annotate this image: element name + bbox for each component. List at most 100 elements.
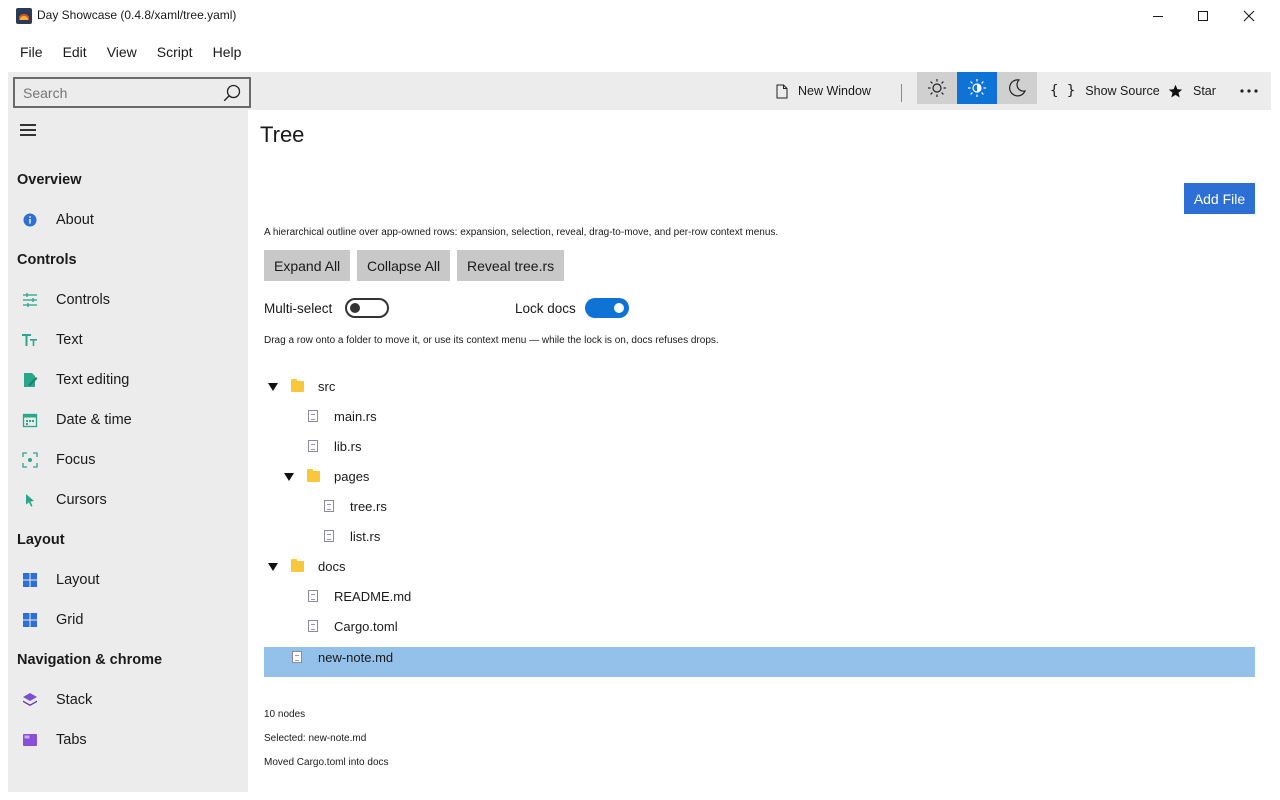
tree-row-label: pages	[334, 469, 370, 484]
theme-light-button[interactable]	[917, 72, 957, 104]
star-button[interactable]: Star	[1168, 72, 1216, 110]
lock-docs-label: Lock docs	[515, 301, 576, 316]
theme-dark-button[interactable]	[997, 72, 1037, 104]
file-icon	[292, 651, 302, 663]
calendar-icon	[22, 413, 38, 428]
collapse-all-button[interactable]: Collapse All	[357, 250, 451, 281]
maximize-button[interactable]	[1180, 0, 1226, 32]
toggle-knob	[350, 303, 360, 313]
search-input[interactable]	[23, 83, 213, 103]
sidebar-item-controls[interactable]: Controls	[8, 280, 248, 320]
layout-icon	[23, 573, 37, 587]
info-icon	[23, 213, 37, 227]
tree-row-label: lib.rs	[334, 439, 362, 454]
folder-icon	[307, 469, 320, 482]
reveal-tree-button[interactable]: Reveal tree.rs	[457, 250, 565, 281]
tree-row-folder[interactable]: pages	[264, 462, 1255, 492]
section-layout: Layout	[17, 532, 65, 548]
expand-toggle-icon[interactable]	[268, 563, 278, 571]
lock-docs-toggle[interactable]	[585, 298, 629, 318]
menu-view[interactable]: View	[97, 32, 147, 72]
add-file-button[interactable]: Add File	[1184, 183, 1255, 214]
tree-row-file[interactable]: main.rs	[264, 402, 1255, 432]
title-bar: Day Showcase (0.4.8/xaml/tree.yaml)	[0, 0, 1280, 32]
page-title: Tree	[260, 122, 305, 147]
tree-row-label: main.rs	[334, 409, 377, 424]
tree-row-label: list.rs	[350, 529, 381, 544]
minimize-button[interactable]	[1135, 0, 1181, 32]
tree-row-file[interactable]: README.md	[264, 582, 1255, 612]
tree-row-file[interactable]: tree.rs	[264, 492, 1255, 522]
tree-row-label: src	[318, 379, 336, 394]
main-content: Tree Add File A hierarchical outline ove…	[248, 110, 1280, 800]
file-icon	[324, 500, 334, 512]
tree-row-file-selected[interactable]: new-note.md	[264, 647, 1255, 677]
sidebar-item-focus[interactable]: Focus	[8, 440, 248, 480]
expand-toggle-icon[interactable]	[284, 473, 294, 481]
sidebar-item-text-editing[interactable]: Text editing	[8, 360, 248, 400]
window-title: Day Showcase (0.4.8/xaml/tree.yaml)	[37, 8, 237, 22]
menu-help[interactable]: Help	[203, 32, 252, 72]
more-icon	[1240, 89, 1258, 93]
section-navigation-chrome: Navigation & chrome	[17, 652, 163, 668]
close-button[interactable]	[1226, 0, 1272, 32]
stack-icon	[23, 693, 37, 706]
section-controls: Controls	[17, 252, 77, 268]
tabs-icon	[23, 734, 37, 746]
search-icon[interactable]	[223, 84, 241, 102]
hamburger-menu-icon[interactable]	[20, 124, 36, 136]
expand-all-button[interactable]: Expand All	[264, 250, 351, 281]
cursor-icon	[26, 494, 34, 507]
document-icon	[776, 84, 788, 98]
sidebar-item-layout[interactable]: Layout	[8, 560, 248, 600]
file-icon	[308, 590, 318, 602]
star-label: Star	[1193, 84, 1216, 98]
sidebar-item-grid[interactable]: Grid	[8, 600, 248, 640]
menu-file[interactable]: File	[10, 32, 53, 72]
sidebar-item-stack[interactable]: Stack	[8, 680, 248, 720]
tree-row-folder[interactable]: docs	[264, 552, 1255, 582]
folder-icon	[291, 559, 304, 572]
show-source-label: Show Source	[1085, 84, 1160, 98]
menu-bar: File Edit View Script Help	[0, 32, 1280, 72]
multi-select-toggle[interactable]	[345, 298, 389, 318]
multi-select-label: Multi-select	[264, 301, 333, 316]
menu-edit[interactable]: Edit	[53, 32, 97, 72]
file-icon	[308, 410, 318, 422]
theme-auto-button[interactable]	[957, 72, 997, 104]
selected-status: Selected: new-note.md	[264, 733, 367, 744]
menu-script[interactable]: Script	[147, 32, 203, 72]
tree-row-file[interactable]: list.rs	[264, 522, 1255, 552]
drag-hint: Drag a row onto a folder to move it, or …	[264, 335, 719, 346]
sidebar-item-label: Cursors	[56, 492, 107, 508]
last-action-status: Moved Cargo.toml into docs	[264, 757, 389, 768]
section-overview: Overview	[17, 172, 82, 188]
sidebar-item-label: Focus	[56, 452, 96, 468]
sidebar-item-label: Text	[56, 332, 83, 348]
file-icon	[308, 440, 318, 452]
maximize-icon	[1198, 11, 1208, 21]
moon-icon	[1009, 79, 1027, 97]
more-options-button[interactable]	[1234, 72, 1264, 110]
sidebar-item-label: Text editing	[56, 372, 130, 388]
close-icon	[1243, 10, 1255, 22]
grid-icon	[23, 613, 37, 627]
toolbar: New Window { } Show Source	[8, 72, 1271, 110]
expand-toggle-icon[interactable]	[268, 383, 278, 391]
sidebar-item-label: Tabs	[56, 732, 87, 748]
contrast-icon	[968, 79, 986, 97]
sidebar-item-text[interactable]: Text	[8, 320, 248, 360]
show-source-button[interactable]: { } Show Source	[1050, 72, 1160, 110]
tree-row-file[interactable]: Cargo.toml	[264, 612, 1255, 642]
sidebar-item-tabs[interactable]: Tabs	[8, 720, 248, 760]
tree-row-file[interactable]: lib.rs	[264, 432, 1255, 462]
minimize-icon	[1153, 15, 1163, 17]
sidebar: Overview About Controls Controls Text Te…	[8, 110, 248, 792]
sidebar-item-label: Controls	[56, 292, 110, 308]
new-window-button[interactable]: New Window	[776, 72, 871, 110]
sidebar-item-date-time[interactable]: Date & time	[8, 400, 248, 440]
page-description: A hierarchical outline over app-owned ro…	[264, 227, 779, 238]
sidebar-item-about[interactable]: About	[8, 200, 248, 240]
tree-row-folder[interactable]: src	[264, 372, 1255, 402]
sidebar-item-cursors[interactable]: Cursors	[8, 480, 248, 520]
